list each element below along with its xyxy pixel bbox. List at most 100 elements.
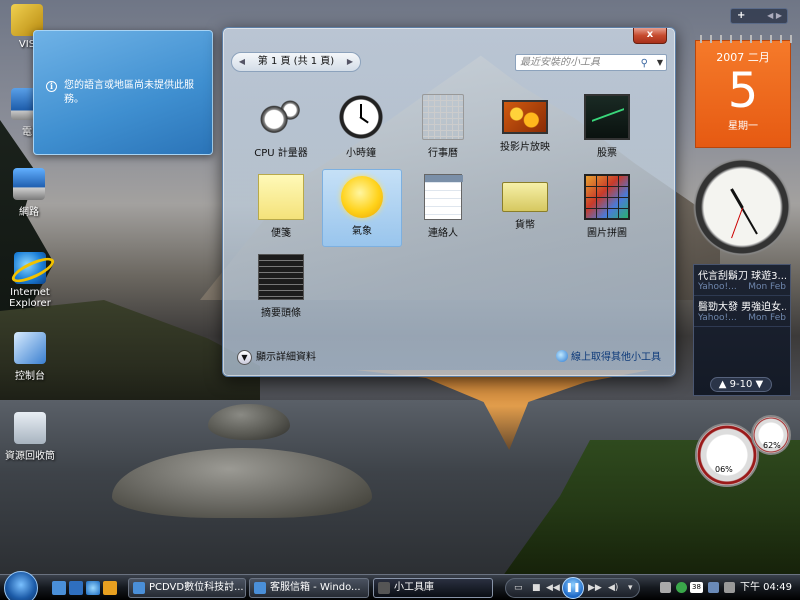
feed-item[interactable]: 醫勁大發 男強迫女... Yahoo!... Mon Feb (694, 296, 790, 327)
feed-item[interactable]: 代言刮鬍刀 球遊3... Yahoo!... Mon Feb (694, 265, 790, 296)
search-input[interactable]: 最近安裝的小工具 ⚲ ▼ (515, 54, 667, 71)
gadget-cpu-meter[interactable]: CPU 計量器 (241, 90, 321, 168)
feed-headlines-icon (258, 254, 304, 300)
gadget-stocks[interactable]: 股票 (567, 90, 647, 168)
network-tray-icon[interactable] (708, 582, 719, 593)
next-page-icon[interactable]: ▶ (342, 53, 358, 71)
page-label: 第 1 頁 (共 1 頁) (257, 56, 335, 67)
browser-window-icon (133, 582, 145, 594)
clock-hour-hand (730, 188, 744, 209)
media-player-toolbar: ▭ ■ ◀◀ ❚❚ ▶▶ ◀) ▾ (505, 577, 640, 599)
media-stop-icon[interactable]: ■ (532, 579, 541, 597)
taskbar-button-mail[interactable]: 客服信箱 - Windo... (249, 578, 369, 598)
calendar-gadget[interactable]: 2007 二月 5 星期一 (695, 35, 792, 148)
feed-pager[interactable]: ▲ 9-10 ▼ (710, 377, 772, 392)
close-button[interactable]: x (633, 28, 667, 44)
wallpaper-rock-small (208, 404, 290, 440)
weather-icon (341, 176, 383, 218)
calendar-weekday: 星期一 (728, 121, 758, 132)
internet-explorer-icon (14, 252, 46, 284)
desktop-icon-network[interactable]: 網路 (0, 168, 64, 218)
media-play-pause-button[interactable]: ❚❚ (562, 577, 584, 599)
media-volume-dropdown-icon[interactable]: ▾ (628, 579, 633, 597)
picture-puzzle-icon (584, 174, 630, 220)
next-feed-icon[interactable]: ▼ (756, 379, 764, 390)
cpu-meter-icon (258, 94, 304, 140)
desktop-icon-label: 網路 (19, 207, 39, 218)
memory-usage-value: 62% (763, 441, 781, 450)
internet-explorer-quicklaunch-icon[interactable] (86, 581, 100, 595)
gadget-label: 氣象 (352, 226, 372, 237)
desktop-icon-internet-explorer[interactable]: Internet Explorer (0, 252, 65, 309)
chevron-down-icon[interactable]: ▼ (657, 55, 663, 70)
desktop-icon-label: 控制台 (15, 371, 45, 382)
gadget-slideshow[interactable]: 投影片放映 (485, 90, 565, 168)
chevron-down-icon: ▼ (237, 350, 252, 365)
show-details-button[interactable]: ▼ 顯示詳細資料 (237, 350, 316, 366)
cpu-usage-value: 06% (715, 465, 733, 474)
media-previous-icon[interactable]: ◀◀ (546, 579, 560, 597)
gadget-notes[interactable]: 便箋 (241, 170, 321, 248)
notes-icon (258, 174, 304, 220)
taskbar-button-label: 小工具庫 (394, 582, 434, 593)
tray-expand-icon[interactable] (660, 582, 671, 593)
gadget-picture-puzzle[interactable]: 圖片拼圖 (567, 170, 647, 248)
feed-date: Mon Feb (748, 313, 786, 323)
previous-page-icon[interactable]: ◀ (234, 53, 250, 71)
messenger-icon[interactable] (676, 582, 687, 593)
get-more-gadgets-link[interactable]: 線上取得其他小工具 (556, 350, 661, 366)
gadget-label: 股票 (597, 148, 617, 159)
gallery-footer: ▼ 顯示詳細資料 線上取得其他小工具 (237, 350, 661, 368)
gallery-toolbar: ◀ 第 1 頁 (共 1 頁) ▶ 最近安裝的小工具 ⚲ ▼ (231, 52, 667, 74)
desktop-icon-control-panel[interactable]: 控制台 (0, 332, 65, 382)
gadget-currency[interactable]: 貨幣 (485, 170, 565, 248)
clock-second-hand (731, 207, 743, 239)
stocks-icon (584, 94, 630, 140)
feed-title: 醫勁大發 男強迫女... (698, 302, 786, 313)
gadget-label: 小時鐘 (346, 148, 376, 159)
media-player-quicklaunch-icon[interactable] (103, 581, 117, 595)
page-navigator: ◀ 第 1 頁 (共 1 頁) ▶ (231, 52, 361, 72)
start-button[interactable] (4, 571, 38, 600)
tray-number-badge[interactable]: 38 (690, 582, 703, 593)
show-desktop-icon[interactable] (52, 581, 66, 595)
taskbar-button-label: PCDVD數位科技討... (149, 582, 244, 593)
clock-gadget[interactable] (693, 158, 791, 256)
gadget-label: 圖片拼圖 (587, 228, 627, 239)
cpu-meter-gadget[interactable]: 06% 62% (695, 415, 791, 491)
previous-feed-icon[interactable]: ▲ (719, 379, 727, 390)
media-volume-icon[interactable]: ◀) (608, 579, 618, 597)
desktop-icon-label: Internet Explorer (9, 287, 51, 309)
gadget-label: CPU 計量器 (254, 148, 308, 159)
taskbar-clock[interactable]: 下午 04:49 (740, 578, 792, 598)
switch-windows-icon[interactable] (69, 581, 83, 595)
calendar-day: 5 (727, 63, 759, 119)
cpu-gauge (695, 423, 759, 487)
search-icon[interactable]: ⚲ (641, 56, 648, 71)
info-icon: i (46, 81, 57, 92)
taskbar-button-pcdvd[interactable]: PCDVD數位科技討... (128, 578, 246, 598)
clock-icon (338, 94, 384, 140)
sidebar-nav-icons[interactable]: ◀ ▶ (767, 9, 782, 23)
desktop-icon-label: 資源回收筒 (5, 451, 55, 462)
gadget-calendar[interactable]: 行事曆 (403, 90, 483, 168)
add-gadget-button[interactable]: + (737, 9, 745, 23)
show-details-label: 顯示詳細資料 (256, 352, 316, 363)
slideshow-icon (502, 100, 548, 134)
notification-text: 您的語言或地區尚未提供此服務。 (64, 80, 194, 105)
recycle-bin-icon (14, 412, 46, 444)
gadget-gallery-window-icon (378, 582, 390, 594)
notification-bubble[interactable]: i 您的語言或地區尚未提供此服務。 (33, 30, 213, 155)
desktop-icon-recycle-bin[interactable]: 資源回收筒 (0, 412, 65, 462)
gadget-contacts[interactable]: 連絡人 (403, 170, 483, 248)
taskbar-button-gadget-gallery[interactable]: 小工具庫 (373, 578, 493, 598)
media-menu-icon[interactable]: ▭ (514, 579, 523, 597)
globe-icon (556, 350, 568, 362)
calendar-rings (696, 35, 792, 43)
gadget-clock[interactable]: 小時鐘 (321, 90, 401, 168)
browser-window-icon (254, 582, 266, 594)
gadget-weather[interactable]: 氣象 (322, 169, 402, 247)
gadget-feed-headlines[interactable]: 摘要頭條 (241, 250, 321, 328)
volume-tray-icon[interactable] (724, 582, 735, 593)
media-next-icon[interactable]: ▶▶ (588, 579, 602, 597)
